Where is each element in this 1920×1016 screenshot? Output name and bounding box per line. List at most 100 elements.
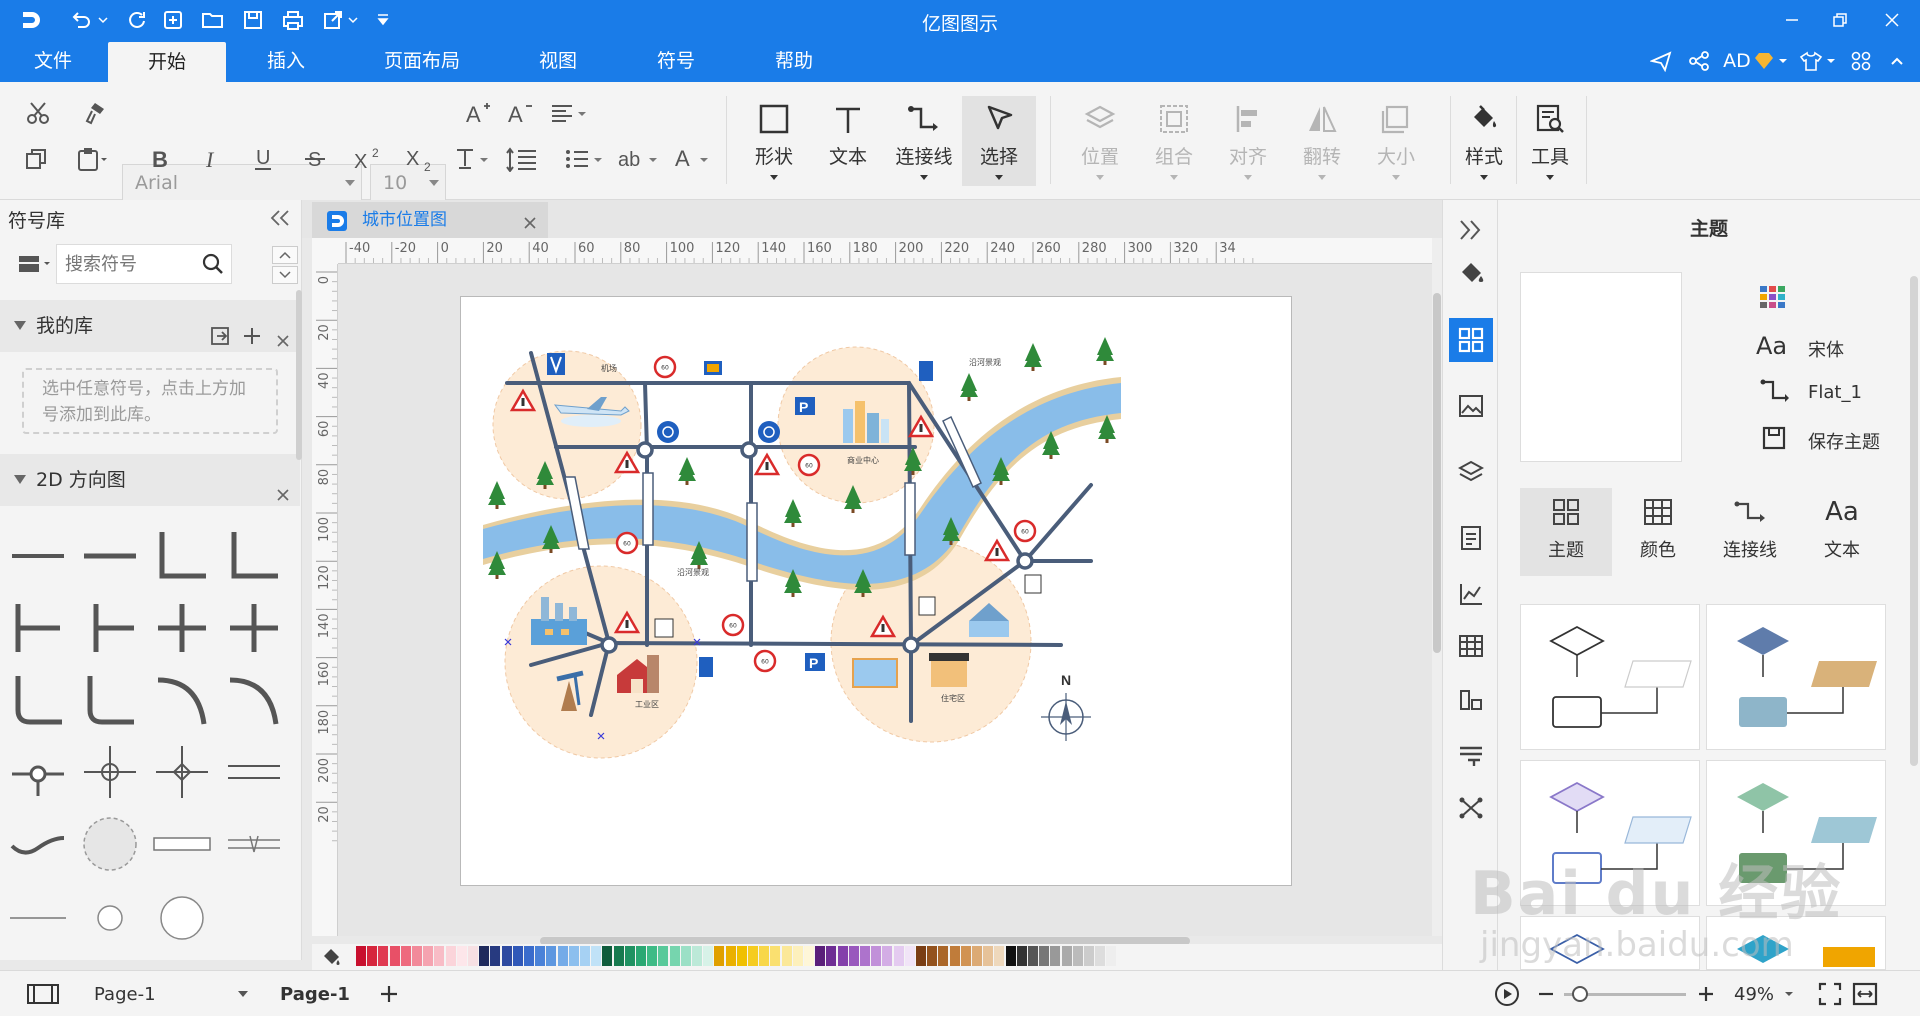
railway-shape[interactable] xyxy=(224,814,284,874)
format-painter-icon[interactable] xyxy=(78,96,114,130)
connector-panel-icon[interactable] xyxy=(1449,786,1493,830)
superscript-icon[interactable]: X2 xyxy=(350,142,386,176)
close-section-icon[interactable] xyxy=(276,470,290,522)
tree-icon[interactable] xyxy=(1024,343,1042,371)
color-swatch[interactable] xyxy=(479,946,490,966)
app-logo-icon[interactable] xyxy=(16,6,46,34)
close-window-icon[interactable] xyxy=(1864,0,1920,40)
save-theme-label[interactable]: 保存主题 xyxy=(1808,428,1880,454)
color-swatch[interactable] xyxy=(423,946,434,966)
export-icon[interactable] xyxy=(318,6,348,34)
color-swatch[interactable] xyxy=(860,946,870,966)
account-dropdown-icon[interactable] xyxy=(1776,47,1790,75)
theme-font-name[interactable]: 宋体 xyxy=(1808,336,1844,362)
italic-icon[interactable]: I xyxy=(198,142,224,176)
tree-icon[interactable] xyxy=(1096,337,1114,365)
play-icon[interactable] xyxy=(1494,971,1520,1016)
zoom-dropdown-icon[interactable] xyxy=(1784,971,1794,1016)
color-swatch[interactable] xyxy=(748,946,758,966)
presentation-panel-icon[interactable] xyxy=(1449,734,1493,778)
bullet-list-icon[interactable] xyxy=(562,142,606,176)
road-rounded-corner-2-shape[interactable] xyxy=(80,670,140,730)
rectangle-road-shape[interactable] xyxy=(152,814,212,874)
vertical-scroll-thumb[interactable] xyxy=(1433,293,1441,653)
color-swatch[interactable] xyxy=(938,946,949,966)
color-swatch[interactable] xyxy=(916,946,926,966)
city-location-map[interactable]: 606060606060 P P 机场 沿河景观 商业中心 沿河景观 工业区 住… xyxy=(461,297,1293,887)
font-color-icon[interactable]: A xyxy=(670,142,714,176)
style-button[interactable]: 样式 xyxy=(1448,96,1520,186)
menu-help[interactable]: 帮助 xyxy=(756,40,832,82)
color-swatch[interactable] xyxy=(893,946,904,966)
underline-icon[interactable]: U xyxy=(250,142,276,176)
text-align-icon[interactable] xyxy=(548,96,590,130)
color-swatch[interactable] xyxy=(960,946,971,966)
zoom-level[interactable]: 49% xyxy=(1734,971,1774,1016)
color-swatch[interactable] xyxy=(524,946,534,966)
open-folder-icon[interactable] xyxy=(198,6,228,34)
undo-dropdown-icon[interactable] xyxy=(96,6,110,34)
undo-icon[interactable] xyxy=(66,6,96,34)
color-swatch[interactable] xyxy=(580,946,590,966)
warning-sign-icon[interactable] xyxy=(983,538,1011,562)
paste-icon[interactable] xyxy=(72,142,112,176)
import-library-icon[interactable] xyxy=(210,314,230,366)
color-swatch[interactable] xyxy=(658,946,669,966)
fill-color-icon[interactable] xyxy=(320,946,342,973)
color-swatch[interactable] xyxy=(546,946,557,966)
color-swatch[interactable] xyxy=(949,946,960,966)
chart-panel-icon[interactable] xyxy=(1449,572,1493,616)
color-swatch[interactable] xyxy=(725,946,736,966)
color-swatch[interactable] xyxy=(1016,946,1027,966)
industrial-zone[interactable] xyxy=(504,565,698,759)
image-panel-icon[interactable] xyxy=(1449,384,1493,428)
restore-icon[interactable] xyxy=(1812,0,1868,40)
color-swatch[interactable] xyxy=(736,946,747,966)
large-circle-shape[interactable] xyxy=(152,886,212,946)
color-swatch[interactable] xyxy=(389,946,400,966)
color-swatch[interactable] xyxy=(1072,946,1083,966)
color-swatch[interactable] xyxy=(703,946,714,966)
align-button[interactable]: 对齐 xyxy=(1212,96,1284,186)
road-cross-wide-shape[interactable] xyxy=(224,598,284,658)
theme-thumbnail-1[interactable] xyxy=(1520,604,1700,750)
color-swatch[interactable] xyxy=(804,946,814,966)
color-swatch[interactable] xyxy=(692,946,702,966)
color-swatch[interactable] xyxy=(512,946,523,966)
bold-icon[interactable]: B xyxy=(146,142,172,176)
color-swatch[interactable] xyxy=(624,946,635,966)
theme-connector-style[interactable]: Flat_1 xyxy=(1808,382,1862,403)
color-swatch[interactable] xyxy=(1005,946,1016,966)
add-library-icon[interactable] xyxy=(242,314,262,366)
copy-icon[interactable] xyxy=(18,142,54,176)
color-swatch[interactable] xyxy=(445,946,456,966)
tree-icon[interactable] xyxy=(784,499,802,527)
theme-tab-color[interactable]: 颜色 xyxy=(1612,488,1704,576)
symbol-search-input[interactable] xyxy=(57,245,187,283)
symbol-search-box[interactable] xyxy=(56,244,232,284)
theme-tab-connector[interactable]: 连接线 xyxy=(1704,488,1796,576)
road-rounded-corner-shape[interactable] xyxy=(8,670,68,730)
color-swatch[interactable] xyxy=(1039,946,1050,966)
text-button[interactable]: 文本 xyxy=(812,96,884,186)
color-swatch[interactable] xyxy=(356,946,366,966)
theme-thumbnail-2[interactable] xyxy=(1706,604,1886,750)
vertical-scrollbar[interactable] xyxy=(1432,238,1442,936)
print-icon[interactable] xyxy=(278,6,308,34)
skin-icon[interactable] xyxy=(1798,47,1824,75)
search-icon[interactable] xyxy=(201,252,225,281)
layers-panel-icon[interactable] xyxy=(1449,450,1493,494)
color-swatch[interactable] xyxy=(613,946,624,966)
color-swatch[interactable] xyxy=(669,946,680,966)
color-swatch[interactable] xyxy=(1084,946,1094,966)
color-swatch[interactable] xyxy=(815,946,826,966)
road-tee-shape[interactable] xyxy=(8,598,68,658)
page-selector[interactable]: Page-1 xyxy=(94,971,248,1016)
font-theme-icon[interactable]: Aa xyxy=(1756,332,1787,360)
subscript-icon[interactable]: X2 xyxy=(402,142,438,176)
new-file-icon[interactable] xyxy=(158,6,188,34)
dashed-circle-shape[interactable] xyxy=(80,814,140,874)
scroll-up-icon[interactable] xyxy=(272,246,298,264)
size-button[interactable]: 大小 xyxy=(1360,96,1432,186)
org-panel-icon[interactable] xyxy=(1449,678,1493,722)
